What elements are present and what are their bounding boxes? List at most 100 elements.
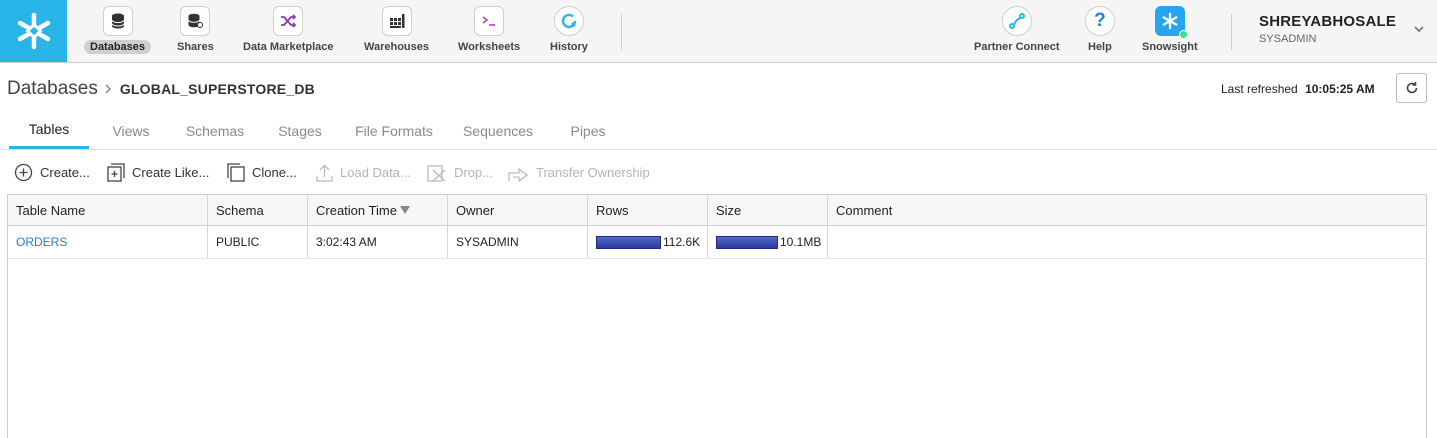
nav-data-marketplace[interactable]: Data Marketplace bbox=[237, 6, 340, 54]
snowsight-icon bbox=[1154, 6, 1188, 39]
grid-icon bbox=[381, 6, 412, 36]
copy-plus-icon bbox=[107, 162, 125, 182]
last-refreshed-label: Last refreshed bbox=[1221, 82, 1298, 96]
column-header-label: Owner bbox=[456, 202, 495, 218]
nav-label: Snowsight bbox=[1142, 41, 1198, 53]
nav-label: History bbox=[550, 41, 588, 53]
column-header-rows[interactable]: Rows bbox=[588, 195, 708, 226]
cell-value: 3:02:43 AM bbox=[316, 235, 377, 249]
transfer-icon bbox=[508, 167, 529, 182]
create-like-button[interactable]: Create Like... bbox=[107, 161, 209, 183]
delete-icon bbox=[427, 164, 446, 182]
breadcrumb-databases[interactable]: Databases bbox=[7, 78, 98, 100]
cell-value: 112.6K bbox=[663, 235, 701, 249]
drop-button[interactable]: Drop... bbox=[427, 161, 493, 183]
tab-stages[interactable]: Stages bbox=[240, 112, 360, 149]
nav-divider bbox=[621, 14, 622, 50]
column-header-schema[interactable]: Schema bbox=[208, 195, 308, 226]
nav-partner-connect[interactable]: Partner Connect bbox=[968, 6, 1066, 54]
table-row-cell-name[interactable]: ORDERS bbox=[8, 226, 208, 259]
column-header-table-name[interactable]: Table Name bbox=[8, 195, 208, 226]
object-tabs: Tables Views Schemas Stages File Formats… bbox=[0, 112, 1437, 150]
nav-warehouses[interactable]: Warehouses bbox=[358, 6, 435, 54]
nav-help[interactable]: ? Help bbox=[1082, 6, 1118, 54]
tables-grid: Table Name Schema Creation Time Owner Ro… bbox=[7, 194, 1427, 438]
nav-label: Data Marketplace bbox=[243, 41, 334, 53]
online-status-dot bbox=[1178, 30, 1188, 39]
user-role: SYSADMIN bbox=[1259, 33, 1317, 45]
drop-label: Drop... bbox=[454, 164, 494, 180]
shuffle-icon bbox=[273, 6, 304, 36]
nav-databases[interactable]: Databases bbox=[84, 6, 152, 54]
help-icon: ? bbox=[1084, 6, 1115, 36]
tab-sequences[interactable]: Sequences bbox=[452, 112, 544, 149]
table-row-cell-created: 3:02:43 AM bbox=[308, 226, 448, 259]
table-row-cell-owner: SYSADMIN bbox=[448, 226, 588, 259]
nav-label: Worksheets bbox=[458, 41, 521, 53]
nav-divider bbox=[1231, 14, 1232, 50]
nav-history[interactable]: History bbox=[544, 6, 594, 54]
tab-file-formats[interactable]: File Formats bbox=[344, 112, 444, 149]
column-header-label: Comment bbox=[836, 202, 893, 218]
nav-label: Warehouses bbox=[364, 41, 430, 53]
database-icon bbox=[102, 6, 133, 36]
create-button[interactable]: Create... bbox=[14, 161, 90, 183]
tab-views[interactable]: Views bbox=[101, 112, 161, 149]
chevron-right-icon bbox=[104, 83, 112, 95]
history-icon bbox=[553, 6, 584, 36]
share-database-icon bbox=[180, 6, 211, 36]
create-like-label: Create Like... bbox=[132, 164, 210, 180]
top-navigation-bar: Databases Shares Data Marketplace Wareho… bbox=[0, 0, 1437, 63]
upload-icon bbox=[316, 164, 333, 182]
nav-label: Help bbox=[1088, 41, 1112, 53]
clone-icon bbox=[227, 162, 245, 182]
column-header-size[interactable]: Size bbox=[708, 195, 828, 226]
load-data-label: Load Data... bbox=[340, 164, 411, 180]
column-header-label: Size bbox=[716, 202, 742, 218]
nav-label: Databases bbox=[84, 40, 152, 54]
rows-bar bbox=[596, 235, 661, 249]
tab-pipes[interactable]: Pipes bbox=[558, 112, 618, 149]
nav-snowsight[interactable]: Snowsight bbox=[1136, 6, 1204, 54]
size-bar bbox=[716, 235, 778, 249]
load-data-button[interactable]: Load Data... bbox=[316, 161, 411, 183]
plus-circle-icon bbox=[14, 163, 33, 181]
snowflake-logo[interactable] bbox=[0, 0, 67, 62]
breadcrumb: Databases GLOBAL_SUPERSTORE_DB bbox=[7, 78, 315, 100]
column-header-comment[interactable]: Comment bbox=[828, 195, 1426, 226]
snowflake-icon bbox=[17, 12, 50, 50]
user-menu[interactable]: SHREYABHOSALE SYSADMIN bbox=[1259, 13, 1396, 45]
nav-label: Shares bbox=[177, 41, 214, 53]
breadcrumb-database-name: GLOBAL_SUPERSTORE_DB bbox=[119, 81, 315, 97]
nav-worksheets[interactable]: Worksheets bbox=[452, 6, 526, 54]
user-name: SHREYABHOSALE bbox=[1259, 13, 1397, 30]
cell-value: SYSADMIN bbox=[456, 235, 519, 249]
transfer-ownership-button[interactable]: Transfer Ownership bbox=[508, 161, 650, 183]
clone-label: Clone... bbox=[252, 164, 297, 180]
clone-button[interactable]: Clone... bbox=[227, 161, 297, 183]
table-row-cell-comment bbox=[828, 226, 1426, 259]
transfer-ownership-label: Transfer Ownership bbox=[536, 164, 650, 180]
column-header-creation-time[interactable]: Creation Time bbox=[308, 195, 448, 226]
last-refreshed: Last refreshed 10:05:25 AM bbox=[1221, 82, 1375, 96]
table-row-cell-rows: 112.6K bbox=[588, 226, 708, 259]
column-header-label: Schema bbox=[216, 202, 264, 218]
cell-value: 10.1MB bbox=[780, 235, 822, 249]
sort-descending-icon bbox=[399, 206, 410, 214]
terminal-icon bbox=[474, 6, 505, 36]
table-row-cell-size: 10.1MB bbox=[708, 226, 828, 259]
table-name-link[interactable]: ORDERS bbox=[16, 235, 67, 249]
refresh-button[interactable] bbox=[1396, 73, 1427, 103]
column-header-label: Rows bbox=[596, 202, 629, 218]
chevron-down-icon[interactable] bbox=[1412, 22, 1426, 36]
nav-label: Partner Connect bbox=[974, 41, 1060, 53]
tab-tables[interactable]: Tables bbox=[9, 112, 89, 149]
column-header-label: Creation Time bbox=[316, 202, 397, 218]
create-label: Create... bbox=[40, 164, 90, 180]
last-refreshed-time: 10:05:25 AM bbox=[1305, 82, 1375, 96]
column-header-owner[interactable]: Owner bbox=[448, 195, 588, 226]
table-row-cell-schema: PUBLIC bbox=[208, 226, 308, 259]
nav-shares[interactable]: Shares bbox=[171, 6, 220, 54]
refresh-icon bbox=[1406, 82, 1417, 94]
link-icon bbox=[1001, 6, 1032, 36]
